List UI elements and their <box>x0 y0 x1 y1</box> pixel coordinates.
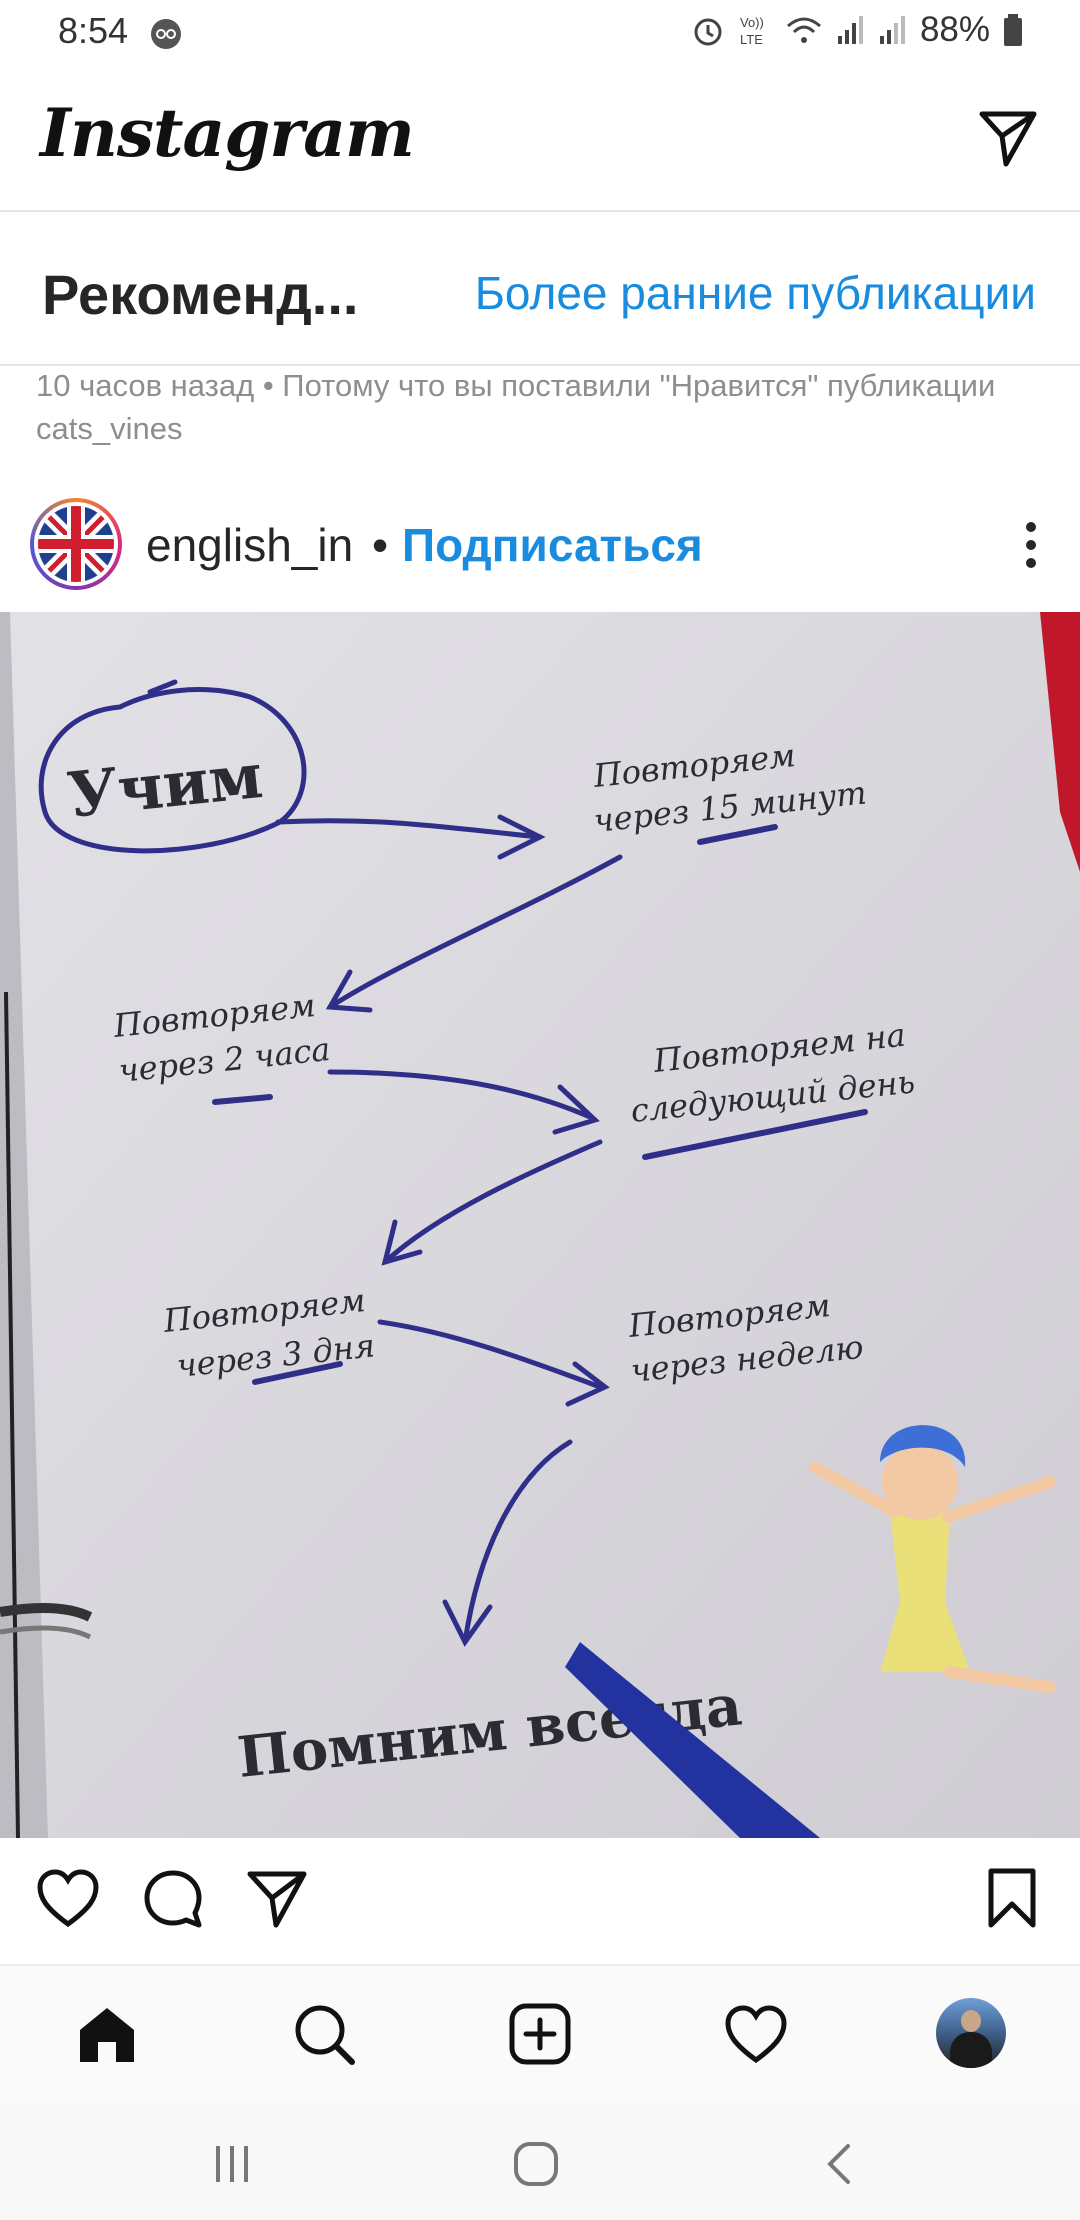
recents-icon[interactable] <box>210 2142 254 2186</box>
post-username[interactable]: english_in <box>146 518 353 572</box>
svg-text:LTE: LTE <box>740 32 763 47</box>
profile-avatar[interactable] <box>936 1998 1006 2068</box>
status-indicators: Vo)) LTE 88% <box>690 10 1024 50</box>
uk-flag-icon <box>38 506 114 582</box>
search-icon[interactable] <box>292 2002 356 2066</box>
volte-icon: Vo)) LTE <box>740 15 764 47</box>
more-options-icon[interactable] <box>1016 520 1046 570</box>
recommended-section: Рекоменд... Более ранние публикации <box>0 212 1080 366</box>
bottom-navigation <box>0 1966 1080 2104</box>
post-image[interactable]: Учим Повторяем через 15 минут Повторяем … <box>0 612 1080 1838</box>
instagram-logo[interactable]: Instagram <box>40 94 415 172</box>
signal-icon-2 <box>879 16 905 44</box>
voicemail-icon <box>151 19 181 49</box>
post-actions <box>0 1838 1080 1966</box>
home-icon[interactable] <box>76 2004 138 2066</box>
post-header: english_in • Подписаться <box>0 490 1080 610</box>
account-avatar[interactable] <box>30 498 122 590</box>
recommended-title: Рекоменд... <box>42 263 359 326</box>
status-bar: 8:54 Vo)) LTE 88% <box>0 0 1080 66</box>
back-icon[interactable] <box>820 2142 860 2186</box>
battery-percent: 88% <box>919 10 990 49</box>
recommendation-reason: 10 часов назад • Потому что вы поставили… <box>36 368 996 446</box>
share-icon[interactable] <box>246 1868 308 1930</box>
bookmark-icon[interactable] <box>986 1866 1038 1930</box>
direct-message-icon[interactable] <box>976 106 1040 170</box>
home-circle-icon[interactable] <box>512 2140 560 2188</box>
app-header: Instagram <box>0 66 1080 212</box>
follow-button[interactable]: Подписаться <box>402 518 703 572</box>
add-post-icon[interactable] <box>508 2002 572 2066</box>
wifi-icon <box>786 17 821 43</box>
svg-text:Vo)): Vo)) <box>740 15 764 30</box>
heart-icon[interactable] <box>36 1868 100 1928</box>
notebook-diagram: Учим Повторяем через 15 минут Повторяем … <box>0 612 1080 1838</box>
system-navigation <box>0 2104 1080 2220</box>
status-time: 8:54 <box>58 10 129 51</box>
earlier-posts-link[interactable]: Более ранние публикации <box>475 266 1036 320</box>
alarm-icon <box>694 18 722 46</box>
separator-dot: • <box>372 519 389 571</box>
battery-icon <box>1004 14 1022 46</box>
signal-icon <box>837 16 863 44</box>
comment-icon[interactable] <box>142 1868 204 1930</box>
activity-heart-icon[interactable] <box>724 2004 788 2064</box>
